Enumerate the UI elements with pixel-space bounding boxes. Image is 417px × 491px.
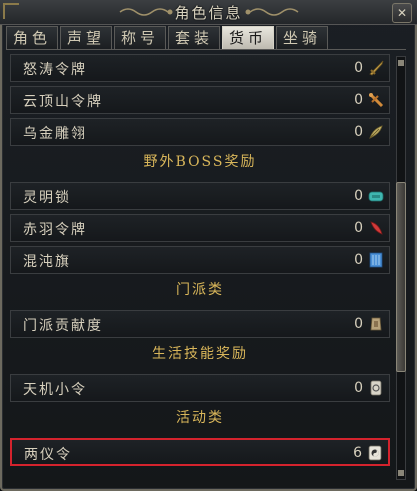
currency-value: 0 — [354, 188, 363, 204]
tab-divider — [6, 49, 406, 50]
currency-row[interactable]: 门派贡献度 0 — [10, 310, 390, 338]
title-bar[interactable]: 角色信息 ✕ — [0, 0, 417, 25]
scroll-down-arrow-icon[interactable] — [398, 470, 404, 476]
currency-name: 赤羽令牌 — [23, 222, 87, 238]
currency-row[interactable]: 赤羽令牌 0 — [10, 214, 390, 242]
tab-bar: 角色 声望 称号 套装 货币 坐骑 — [6, 26, 330, 50]
currency-value: 0 — [354, 92, 363, 108]
tab-mounts[interactable]: 坐骑 — [276, 26, 328, 49]
currency-name: 天机小令 — [23, 382, 87, 398]
flag-icon — [369, 252, 383, 268]
currency-row-highlighted[interactable]: 两仪令 6 — [10, 438, 390, 466]
currency-value: 0 — [354, 380, 363, 396]
currency-value: 0 — [354, 316, 363, 332]
badge-icon — [370, 317, 382, 331]
tab-sets[interactable]: 套装 — [168, 26, 220, 49]
currency-name: 两仪令 — [24, 447, 72, 463]
section-header-field-boss: 野外BOSS奖励 — [143, 154, 257, 170]
dagger-icon — [368, 92, 384, 108]
section-header-life-skill: 生活技能奖励 — [152, 346, 248, 362]
currency-value: 0 — [354, 60, 363, 76]
window-title: 角色信息 — [174, 4, 243, 22]
currency-value: 0 — [354, 220, 363, 236]
currency-name: 混沌旗 — [23, 254, 71, 270]
scroll-up-arrow-icon[interactable] — [398, 60, 404, 66]
currency-name: 怒涛令牌 — [23, 62, 87, 78]
close-button[interactable]: ✕ — [392, 3, 412, 23]
currency-row[interactable]: 云顶山令牌 0 — [10, 86, 390, 114]
red-feather-icon — [370, 221, 383, 235]
currency-value: 6 — [353, 445, 362, 461]
currency-name: 乌金雕翎 — [23, 126, 87, 142]
currency-name: 门派贡献度 — [23, 318, 103, 334]
lock-icon — [368, 191, 384, 202]
tab-currency[interactable]: 货币 — [222, 26, 274, 49]
currency-row[interactable]: 混沌旗 0 — [10, 246, 390, 274]
dagger-icon — [369, 60, 384, 76]
currency-value: 0 — [354, 124, 363, 140]
currency-name: 云顶山令牌 — [23, 94, 103, 110]
currency-value: 0 — [354, 252, 363, 268]
yinyang-token-icon — [368, 445, 382, 461]
currency-row[interactable]: 怒涛令牌 0 — [10, 54, 390, 82]
tab-reputation[interactable]: 声望 — [60, 26, 112, 49]
currency-name: 灵明锁 — [23, 190, 71, 206]
cloud-ornament-icon — [245, 8, 299, 16]
currency-row[interactable]: 天机小令 0 — [10, 374, 390, 402]
tab-character[interactable]: 角色 — [6, 26, 58, 49]
token-icon — [370, 380, 382, 396]
section-header-sect: 门派类 — [176, 282, 224, 298]
currency-row[interactable]: 灵明锁 0 — [10, 182, 390, 210]
feather-icon — [369, 125, 383, 139]
tab-titles[interactable]: 称号 — [114, 26, 166, 49]
section-header-events: 活动类 — [176, 410, 224, 426]
scrollbar-thumb[interactable] — [396, 182, 406, 372]
currency-list: 怒涛令牌 0 云顶山令牌 0 乌金雕翎 0 野外BOSS奖励 灵明锁 0 赤羽令… — [10, 52, 392, 482]
currency-row[interactable]: 乌金雕翎 0 — [10, 118, 390, 146]
